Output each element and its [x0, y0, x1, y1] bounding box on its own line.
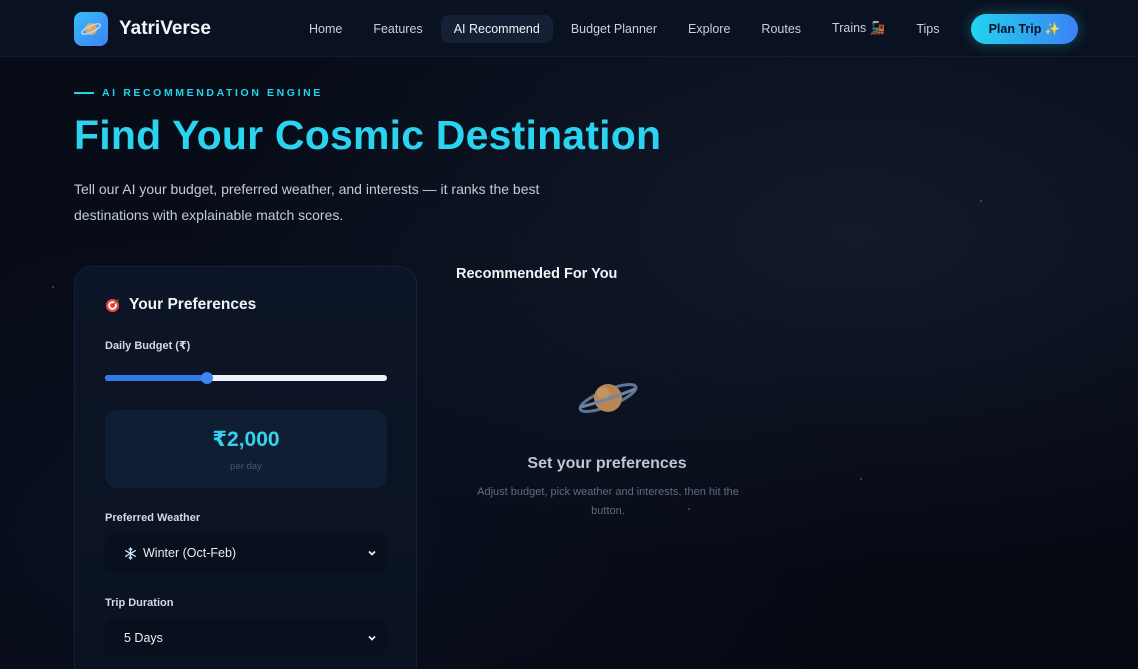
- weather-select-value: Winter (Oct-Feb): [143, 546, 237, 560]
- section-eyebrow: AI RECOMMENDATION ENGINE: [74, 87, 323, 99]
- nav-link-home[interactable]: Home: [296, 15, 355, 43]
- snowflake-icon: [124, 546, 137, 560]
- page-subtitle: Tell our AI your budget, preferred weath…: [74, 181, 540, 223]
- budget-slider[interactable]: [105, 372, 387, 384]
- brand-link[interactable]: YatriVerse: [74, 12, 211, 46]
- budget-unit: per day: [230, 460, 262, 472]
- budget-value: ₹2,000: [212, 427, 280, 451]
- budget-slider-fill: [105, 375, 207, 381]
- target-icon: [105, 298, 120, 313]
- nav-link-trains[interactable]: Trains 🚂: [819, 14, 898, 43]
- nav-links: Home Features AI Recommend Budget Planne…: [296, 14, 958, 43]
- duration-label: Trip Duration: [105, 597, 174, 609]
- nav-link-explore[interactable]: Explore: [675, 15, 743, 43]
- nav-link-budget-planner[interactable]: Budget Planner: [558, 15, 670, 43]
- budget-slider-thumb[interactable]: [200, 372, 213, 384]
- preferences-title: Your Preferences: [105, 296, 256, 314]
- planet-icon: [74, 12, 108, 46]
- top-navbar: YatriVerse Home Features AI Recommend Bu…: [0, 0, 1138, 57]
- background-star: [980, 200, 982, 202]
- brand-name: YatriVerse: [119, 18, 211, 39]
- chevron-down-icon: [367, 632, 377, 646]
- weather-label: Preferred Weather: [105, 512, 201, 524]
- nav-link-routes[interactable]: Routes: [748, 15, 814, 43]
- page-title: Find Your Cosmic Destination: [74, 112, 662, 158]
- nav-link-features[interactable]: Features: [360, 15, 435, 43]
- chevron-down-icon: [367, 547, 377, 561]
- planet-icon: [576, 376, 640, 425]
- background-star: [52, 286, 54, 288]
- nav-link-tips[interactable]: Tips: [903, 15, 952, 43]
- page: YatriVerse Home Features AI Recommend Bu…: [0, 0, 1138, 669]
- eyebrow-line: [74, 92, 94, 94]
- nav-link-ai-recommend[interactable]: AI Recommend: [440, 14, 553, 43]
- budget-label: Daily Budget (₹): [105, 340, 191, 352]
- empty-state-subtitle: Adjust budget, pick weather and interest…: [477, 486, 739, 517]
- preferences-card: Your Preferences Daily Budget (₹) ₹2,000…: [74, 266, 417, 669]
- background-star: [860, 478, 862, 480]
- plan-trip-button[interactable]: Plan Trip ✨: [971, 14, 1078, 44]
- results-title: Recommended For You: [456, 266, 618, 282]
- duration-select-value: 5 Days: [124, 631, 163, 645]
- weather-select[interactable]: Winter (Oct-Feb): [105, 533, 387, 573]
- empty-state-title: Set your preferences: [527, 455, 687, 472]
- budget-display: ₹2,000 per day: [105, 410, 387, 488]
- duration-select[interactable]: 5 Days: [105, 618, 387, 658]
- eyebrow-text: AI RECOMMENDATION ENGINE: [102, 87, 323, 99]
- preferences-title-text: Your Preferences: [129, 296, 257, 313]
